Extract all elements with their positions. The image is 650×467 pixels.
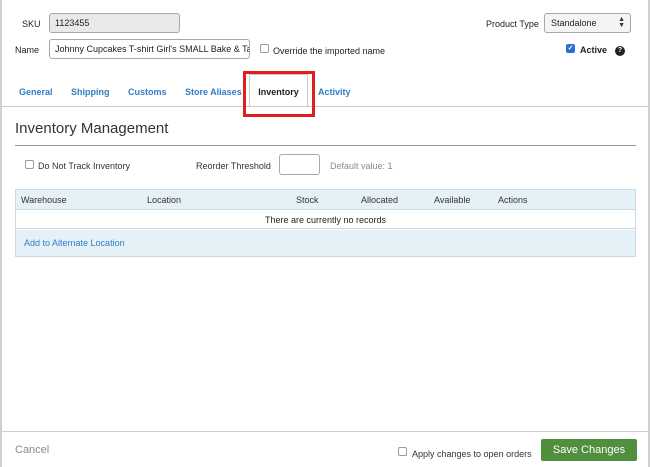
tab-bar-divider bbox=[2, 106, 648, 107]
do-not-track-checkbox[interactable] bbox=[25, 160, 34, 169]
sku-field[interactable]: 1123455 bbox=[49, 13, 180, 33]
product-type-value: Standalone bbox=[551, 18, 597, 28]
tab-customs[interactable]: Customs bbox=[128, 86, 167, 98]
left-frame-border bbox=[0, 0, 2, 467]
section-title: Inventory Management bbox=[15, 120, 169, 137]
sku-label: SKU bbox=[22, 19, 41, 29]
tab-store-aliases[interactable]: Store Aliases bbox=[185, 86, 242, 98]
active-checkbox[interactable]: ✓ bbox=[566, 44, 575, 53]
inventory-table: Warehouse Location Stock Allocated Avail… bbox=[15, 189, 636, 257]
save-changes-button[interactable]: Save Changes bbox=[541, 439, 637, 461]
cancel-button[interactable]: Cancel bbox=[15, 444, 49, 456]
table-header: Warehouse Location Stock Allocated Avail… bbox=[16, 190, 635, 210]
reorder-threshold-label: Reorder Threshold bbox=[196, 161, 271, 171]
override-name-checkbox[interactable] bbox=[260, 44, 269, 53]
column-header-location[interactable]: Location bbox=[147, 190, 181, 210]
column-header-stock[interactable]: Stock bbox=[296, 190, 319, 210]
column-header-available[interactable]: Available bbox=[434, 190, 470, 210]
default-value-hint: Default value: 1 bbox=[330, 161, 393, 171]
table-footer: Add to Alternate Location bbox=[16, 230, 635, 256]
column-header-allocated[interactable]: Allocated bbox=[361, 190, 398, 210]
tab-general[interactable]: General bbox=[19, 86, 53, 98]
column-header-actions: Actions bbox=[498, 195, 528, 205]
name-field[interactable]: Johnny Cupcakes T-shirt Girl's SMALL Bak… bbox=[49, 39, 250, 59]
do-not-track-label: Do Not Track Inventory bbox=[38, 161, 131, 171]
name-label: Name bbox=[15, 45, 40, 55]
reorder-threshold-input[interactable] bbox=[279, 154, 320, 175]
footer-divider bbox=[2, 431, 648, 432]
product-type-label: Product Type bbox=[486, 19, 539, 29]
override-name-label: Override the imported name bbox=[273, 46, 386, 56]
add-alternate-location-link[interactable]: Add to Alternate Location bbox=[24, 230, 125, 256]
inventory-tab-highlight bbox=[243, 71, 315, 117]
apply-to-open-orders-checkbox[interactable] bbox=[398, 447, 407, 456]
column-header-warehouse[interactable]: Warehouse bbox=[21, 190, 67, 210]
empty-state-message: There are currently no records bbox=[16, 211, 635, 229]
tab-activity[interactable]: Activity bbox=[318, 86, 351, 98]
apply-to-open-orders-label: Apply changes to open orders bbox=[412, 449, 532, 459]
section-divider bbox=[15, 145, 636, 146]
product-type-select[interactable]: Standalone ▲ ▼ bbox=[544, 13, 631, 33]
help-icon[interactable]: ? bbox=[615, 46, 625, 56]
active-label: Active bbox=[580, 45, 608, 55]
select-caret-icon: ▲ ▼ bbox=[618, 16, 625, 29]
tab-shipping[interactable]: Shipping bbox=[71, 86, 110, 98]
